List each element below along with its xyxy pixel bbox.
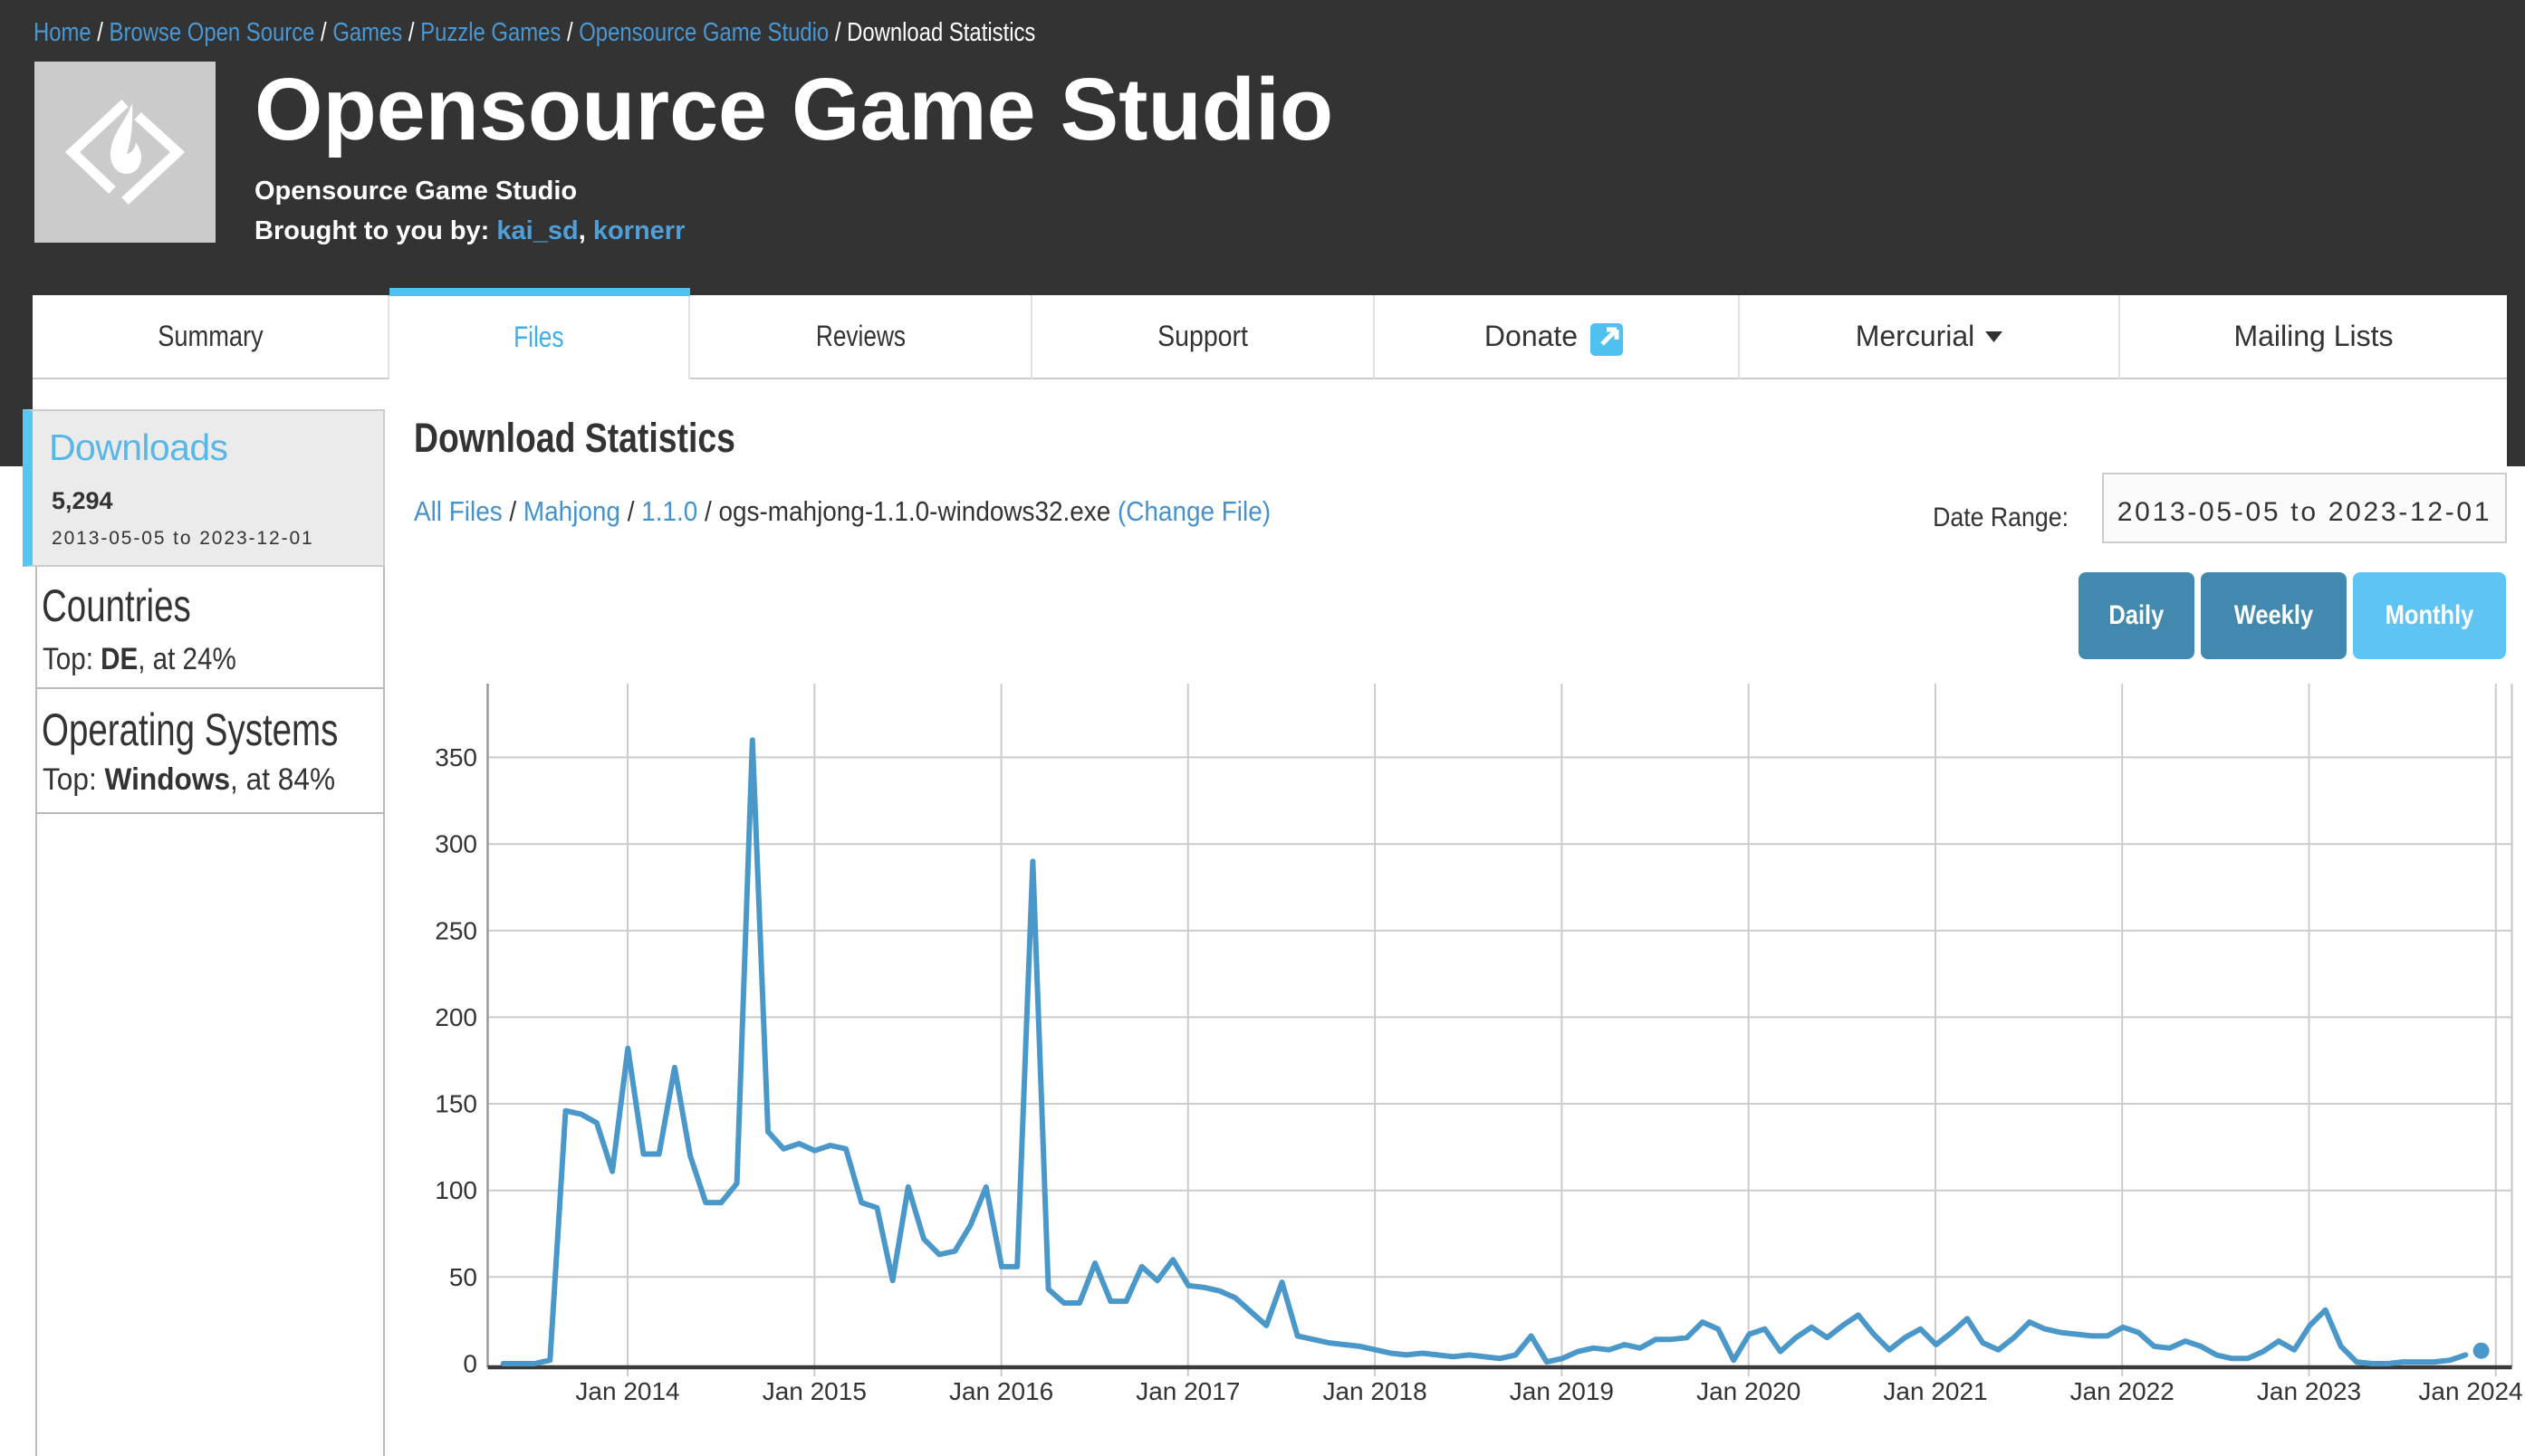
svg-text:0: 0 bbox=[463, 1350, 477, 1378]
svg-text:300: 300 bbox=[435, 830, 477, 858]
svg-text:Jan 2019: Jan 2019 bbox=[1510, 1377, 1614, 1405]
svg-text:Jan 2018: Jan 2018 bbox=[1322, 1377, 1426, 1405]
svg-text:Jan 2017: Jan 2017 bbox=[1136, 1377, 1240, 1405]
svg-text:Jan 2016: Jan 2016 bbox=[949, 1377, 1053, 1405]
svg-text:350: 350 bbox=[435, 743, 477, 771]
svg-text:Jan 2024: Jan 2024 bbox=[2418, 1377, 2522, 1405]
svg-text:Jan 2022: Jan 2022 bbox=[2070, 1377, 2175, 1405]
svg-text:Jan 2021: Jan 2021 bbox=[1883, 1377, 1987, 1405]
svg-text:Jan 2015: Jan 2015 bbox=[763, 1377, 867, 1405]
svg-text:50: 50 bbox=[449, 1263, 477, 1291]
svg-text:250: 250 bbox=[435, 916, 477, 944]
svg-text:100: 100 bbox=[435, 1176, 477, 1204]
svg-text:Jan 2023: Jan 2023 bbox=[2257, 1377, 2361, 1405]
svg-text:Jan 2020: Jan 2020 bbox=[1696, 1377, 1800, 1405]
svg-text:150: 150 bbox=[435, 1090, 477, 1118]
svg-text:Jan 2014: Jan 2014 bbox=[575, 1377, 679, 1405]
svg-text:200: 200 bbox=[435, 1003, 477, 1031]
